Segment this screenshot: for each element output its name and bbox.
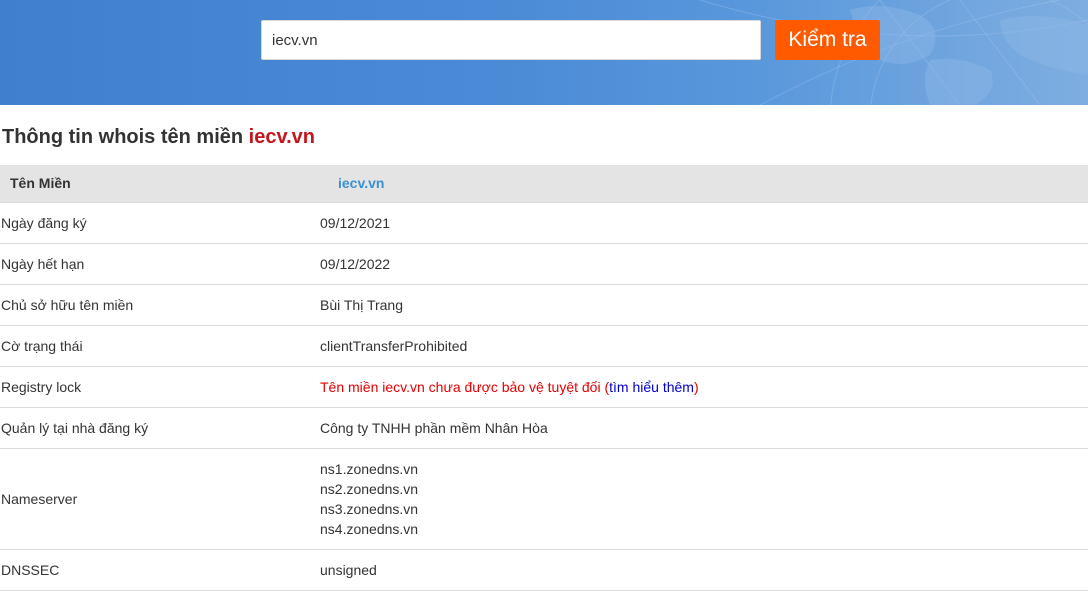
search-banner: Kiểm tra xyxy=(0,0,1088,105)
table-row-registered: Ngày đăng ký 09/12/2021 xyxy=(0,202,1088,243)
status-label: Cờ trạng thái xyxy=(1,337,83,354)
table-row-nameserver: Nameserver ns1.zonedns.vn ns2.zonedns.vn… xyxy=(0,448,1088,549)
table-row-expires: Ngày hết hạn 09/12/2022 xyxy=(0,243,1088,284)
registry-lock-label: Registry lock xyxy=(1,378,82,395)
dnssec-label: DNSSEC xyxy=(1,561,60,578)
dnssec-value: unsigned xyxy=(320,561,377,578)
owner-label: Chủ sở hữu tên miền xyxy=(1,296,134,313)
registered-value: 09/12/2021 xyxy=(320,214,391,231)
registrar-label: Quản lý tại nhà đăng ký xyxy=(1,419,149,436)
domain-search-input[interactable] xyxy=(261,20,761,60)
nameserver-item: ns3.zonedns.vn xyxy=(320,500,419,517)
nameserver-item: ns2.zonedns.vn xyxy=(320,480,419,497)
header-key: Tên Miền xyxy=(10,175,71,192)
expires-label: Ngày hết hạn xyxy=(1,255,85,272)
check-button[interactable]: Kiểm tra xyxy=(775,20,880,60)
page-title-prefix: Thông tin whois tên miền xyxy=(2,126,249,148)
nameserver-item: ns1.zonedns.vn xyxy=(320,460,419,477)
page-title: Thông tin whois tên miền iecv.vn xyxy=(2,126,315,149)
table-row-owner: Chủ sở hữu tên miền Bùi Thị Trang xyxy=(0,284,1088,325)
table-header-row: Tên Miền iecv.vn xyxy=(0,165,1088,202)
table-row-registry-lock: Registry lock Tên miền iecv.vn chưa được… xyxy=(0,366,1088,407)
learn-more-link[interactable]: tìm hiểu thêm xyxy=(609,379,694,395)
expires-value: 09/12/2022 xyxy=(320,255,391,272)
nameserver-item: ns4.zonedns.vn xyxy=(320,520,419,537)
registrar-value: Công ty TNHH phần mềm Nhân Hòa xyxy=(320,419,548,436)
table-row-dnssec: DNSSEC unsigned xyxy=(0,549,1088,590)
registry-lock-warning: Tên miền iecv.vn chưa được bảo vệ tuyệt … xyxy=(320,378,610,395)
registry-lock-close-paren: ) xyxy=(693,378,699,395)
table-row-registrar: Quản lý tại nhà đăng ký Công ty TNHH phầ… xyxy=(0,407,1088,448)
registered-label: Ngày đăng ký xyxy=(1,214,87,231)
nameserver-list: ns1.zonedns.vn ns2.zonedns.vn ns3.zonedn… xyxy=(320,448,1088,549)
header-domain-value: iecv.vn xyxy=(338,175,385,192)
registry-lock-value: Tên miền iecv.vn chưa được bảo vệ tuyệt … xyxy=(320,366,1088,407)
page-title-domain: iecv.vn xyxy=(248,126,315,148)
whois-table: Tên Miền iecv.vn Ngày đăng ký 09/12/2021… xyxy=(0,165,1088,591)
owner-value: Bùi Thị Trang xyxy=(320,296,404,313)
table-row-status: Cờ trạng thái clientTransferProhibited xyxy=(0,325,1088,366)
nameserver-label: Nameserver xyxy=(1,490,78,507)
status-value: clientTransferProhibited xyxy=(320,337,468,354)
